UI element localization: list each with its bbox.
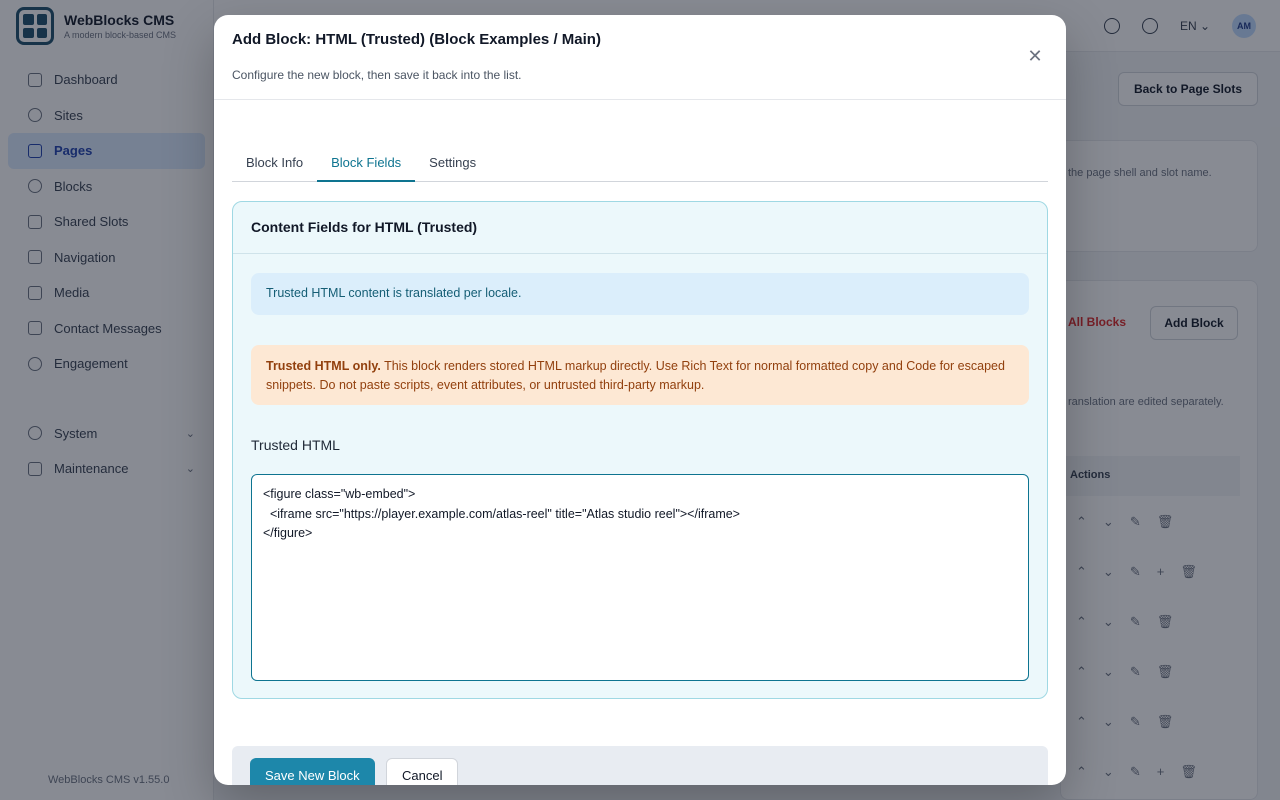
content-fields-card: Content Fields for HTML (Trusted) Truste… — [232, 201, 1048, 699]
add-block-modal: Add Block: HTML (Trusted) (Block Example… — [214, 15, 1066, 785]
modal-header: Add Block: HTML (Trusted) (Block Example… — [214, 15, 1066, 100]
warning-alert: Trusted HTML only. This block renders st… — [251, 345, 1029, 405]
block-tabs: Block Info Block Fields Settings — [232, 153, 1048, 182]
modal-subtitle: Configure the new block, then save it ba… — [232, 68, 522, 82]
save-new-block-button[interactable]: Save New Block — [250, 758, 375, 785]
warning-title: Trusted HTML only. — [266, 359, 381, 373]
tab-settings[interactable]: Settings — [415, 153, 490, 182]
trusted-html-textarea[interactable]: <figure class="wb-embed"> <iframe src="h… — [251, 474, 1029, 681]
info-alert: Trusted HTML content is translated per l… — [251, 273, 1029, 315]
tab-block-info[interactable]: Block Info — [232, 153, 317, 182]
trusted-html-label: Trusted HTML — [251, 437, 340, 453]
cancel-button[interactable]: Cancel — [386, 758, 459, 785]
modal-title: Add Block: HTML (Trusted) (Block Example… — [232, 31, 601, 48]
tab-block-fields[interactable]: Block Fields — [317, 153, 416, 182]
modal-footer: Save New Block Cancel — [232, 746, 1048, 785]
close-icon[interactable]: ✕ — [1026, 47, 1044, 65]
card-title: Content Fields for HTML (Trusted) — [233, 202, 1047, 254]
